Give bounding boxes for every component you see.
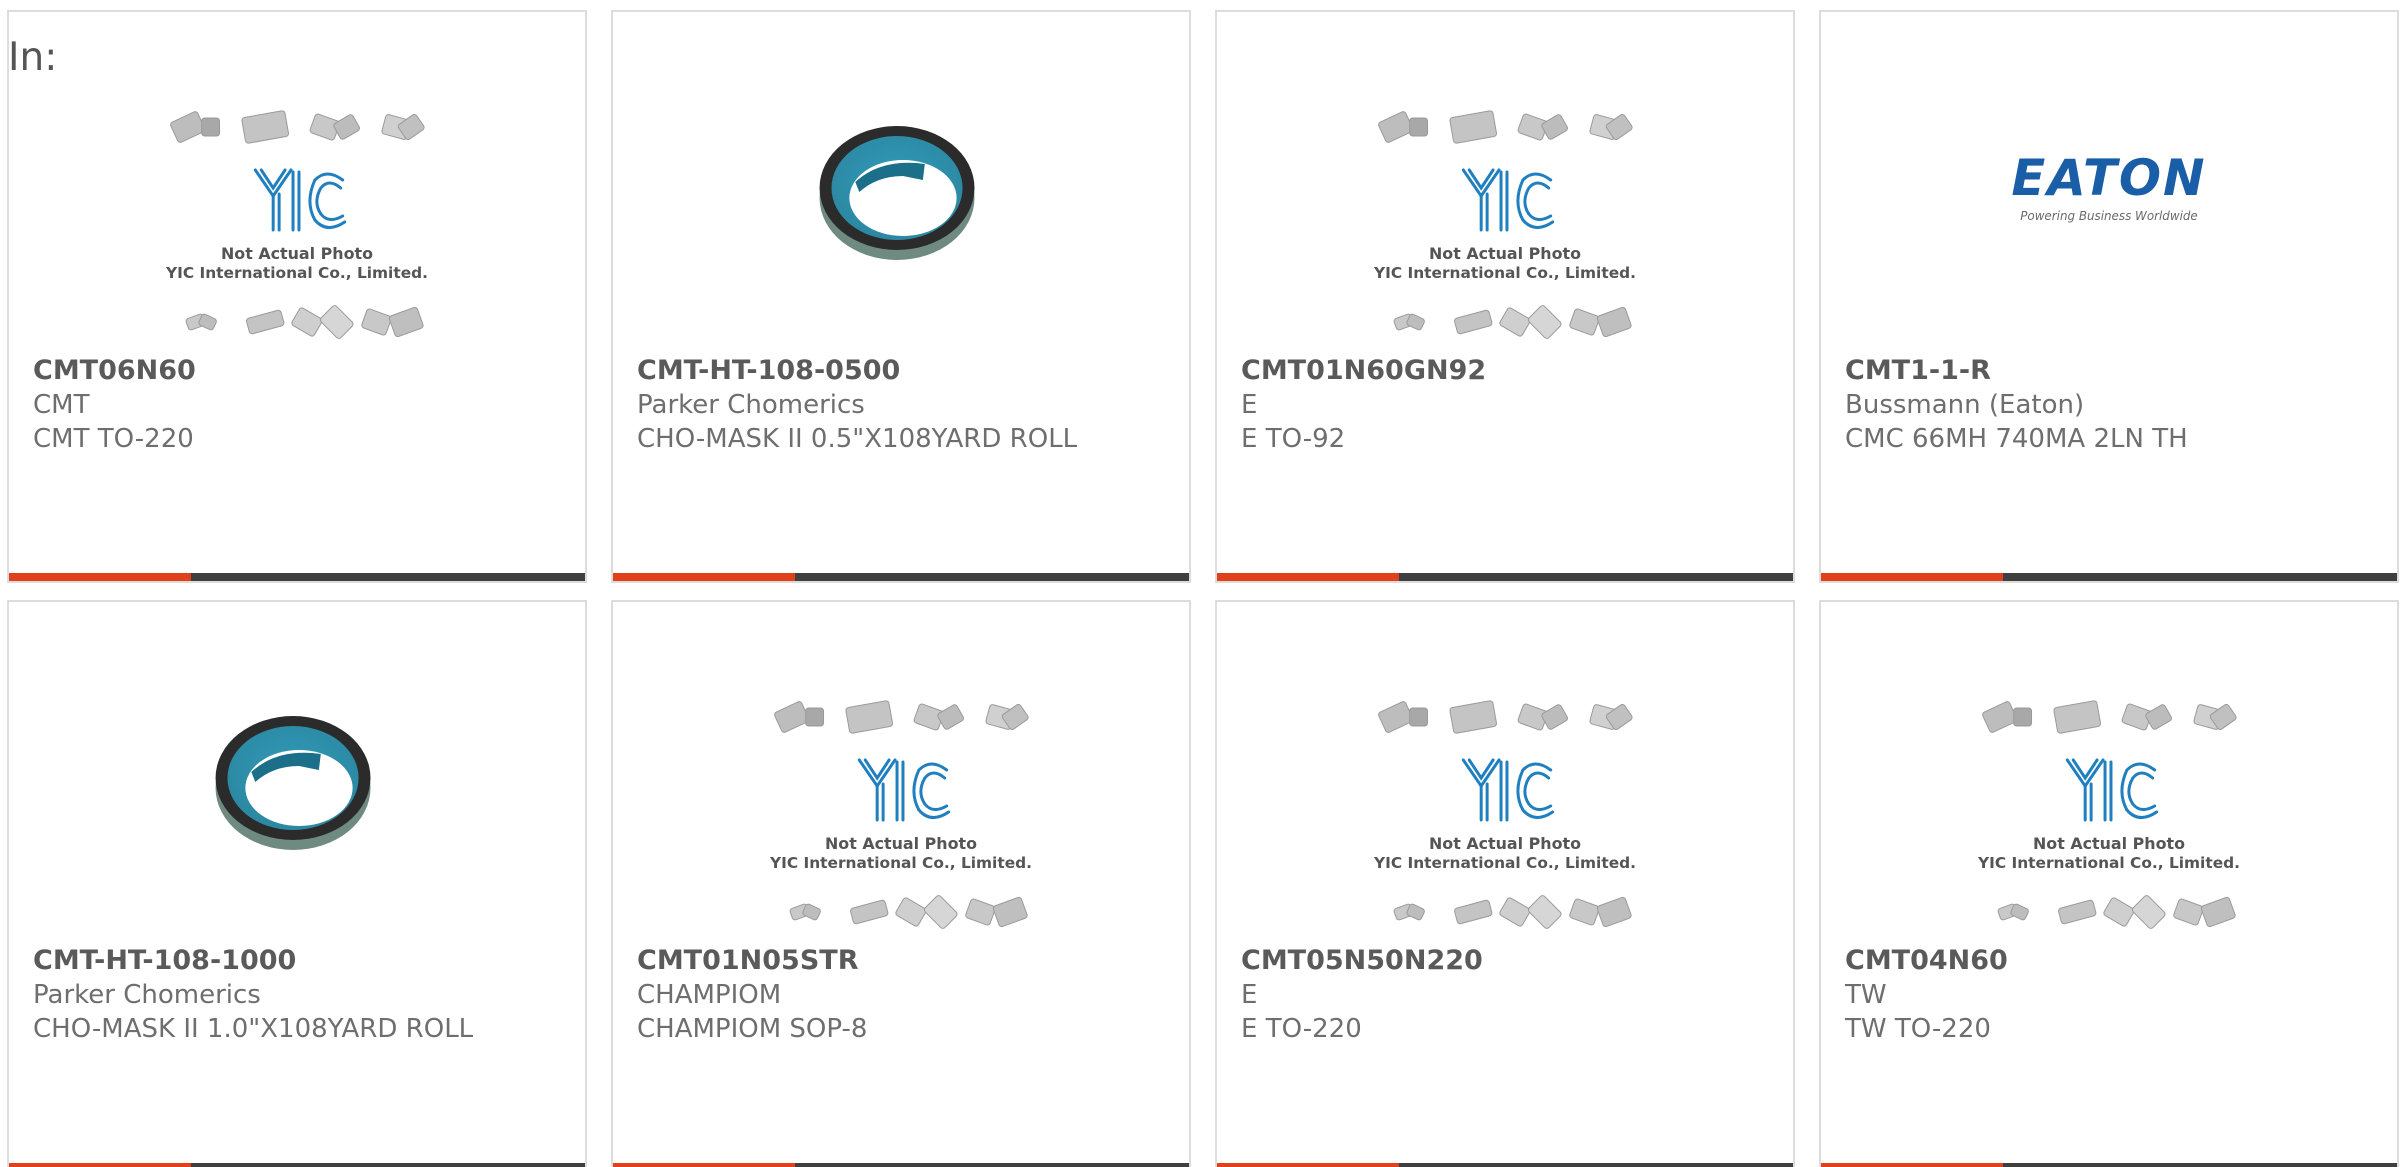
tape-roll-image[interactable] (613, 12, 1189, 352)
product-card[interactable]: Not Actual Photo YIC International Co., … (1819, 600, 2399, 1167)
description: CHO-MASK II 0.5"X108YARD ROLL (637, 424, 1078, 454)
part-number[interactable]: CMT1-1-R (1845, 354, 2373, 388)
product-card[interactable]: Not Actual Photo YIC International Co., … (7, 10, 587, 583)
manufacturer: Bussmann (Eaton) (1845, 390, 2085, 420)
card-bar (9, 1163, 585, 1167)
part-number[interactable]: CMT04N60 (1845, 944, 2373, 978)
yic-caption-line1: Not Actual Photo (1429, 834, 1581, 853)
yic-caption-line1: Not Actual Photo (2033, 834, 2185, 853)
product-card[interactable]: Not Actual Photo YIC International Co., … (1215, 600, 1795, 1167)
yic-placeholder-image[interactable]: Not Actual Photo YIC International Co., … (613, 602, 1189, 942)
product-card[interactable]: CMT-HT-108-0500 Parker Chomerics CHO-MAS… (611, 10, 1191, 583)
eaton-logo-image[interactable]: EATON Powering Business Worldwide (1821, 12, 2397, 352)
manufacturer: TW (1845, 980, 1887, 1010)
card-bar-accent (1821, 1163, 2003, 1167)
card-bar-accent (1821, 573, 2003, 581)
yic-caption-line2: YIC International Co., Limited. (1373, 264, 1636, 282)
card-bar (1217, 573, 1793, 581)
description: CMT TO-220 (33, 424, 194, 454)
card-bar (1821, 573, 2397, 581)
description: CMC 66MH 740MA 2LN TH (1845, 424, 2188, 454)
product-card[interactable]: CMT-HT-108-1000 Parker Chomerics CHO-MAS… (7, 600, 587, 1167)
card-bar-accent (1217, 1163, 1399, 1167)
yic-placeholder-image[interactable]: Not Actual Photo YIC International Co., … (9, 12, 585, 352)
card-bar (613, 573, 1189, 581)
yic-caption-line2: YIC International Co., Limited. (769, 854, 1032, 872)
description: E TO-220 (1241, 1014, 1362, 1044)
product-card[interactable]: Not Actual Photo YIC International Co., … (1215, 10, 1795, 583)
yic-caption-line2: YIC International Co., Limited. (1373, 854, 1636, 872)
manufacturer: E (1241, 390, 1258, 420)
yic-caption-line2: YIC International Co., Limited. (165, 264, 428, 282)
page-label: In: (8, 35, 58, 80)
part-number[interactable]: CMT05N50N220 (1241, 944, 1769, 978)
part-number[interactable]: CMT06N60 (33, 354, 561, 388)
eaton-tagline: Powering Business Worldwide (2020, 209, 2198, 223)
manufacturer: E (1241, 980, 1258, 1010)
card-bar-accent (613, 1163, 795, 1167)
tape-roll-image[interactable] (9, 602, 585, 942)
part-number[interactable]: CMT01N05STR (637, 944, 1165, 978)
manufacturer: CMT (33, 390, 90, 420)
card-bar-accent (9, 1163, 191, 1167)
product-card[interactable]: Not Actual Photo YIC International Co., … (611, 600, 1191, 1167)
eaton-wordmark: EATON (2011, 149, 2206, 207)
yic-caption-line1: Not Actual Photo (221, 244, 373, 263)
card-bar-accent (1217, 573, 1399, 581)
part-number[interactable]: CMT-HT-108-0500 (637, 354, 1165, 388)
yic-placeholder-image[interactable]: Not Actual Photo YIC International Co., … (1821, 602, 2397, 942)
card-bar (1217, 1163, 1793, 1167)
card-bar-accent (9, 573, 191, 581)
description: TW TO-220 (1845, 1014, 1991, 1044)
yic-caption-line2: YIC International Co., Limited. (1977, 854, 2240, 872)
description: CHAMPIOM SOP-8 (637, 1014, 868, 1044)
manufacturer: Parker Chomerics (637, 390, 865, 420)
yic-placeholder-image[interactable]: Not Actual Photo YIC International Co., … (1217, 12, 1793, 352)
part-number[interactable]: CMT01N60GN92 (1241, 354, 1769, 388)
card-bar (9, 573, 585, 581)
card-bar-accent (613, 573, 795, 581)
yic-caption-line1: Not Actual Photo (1429, 244, 1581, 263)
part-number[interactable]: CMT-HT-108-1000 (33, 944, 561, 978)
card-bar (613, 1163, 1189, 1167)
yic-placeholder-image[interactable]: Not Actual Photo YIC International Co., … (1217, 602, 1793, 942)
card-bar (1821, 1163, 2397, 1167)
description: E TO-92 (1241, 424, 1346, 454)
yic-caption-line1: Not Actual Photo (825, 834, 977, 853)
product-card[interactable]: EATON Powering Business Worldwide CMT1-1… (1819, 10, 2399, 583)
description: CHO-MASK II 1.0"X108YARD ROLL (33, 1014, 474, 1044)
manufacturer: Parker Chomerics (33, 980, 261, 1010)
manufacturer: CHAMPIOM (637, 980, 782, 1010)
